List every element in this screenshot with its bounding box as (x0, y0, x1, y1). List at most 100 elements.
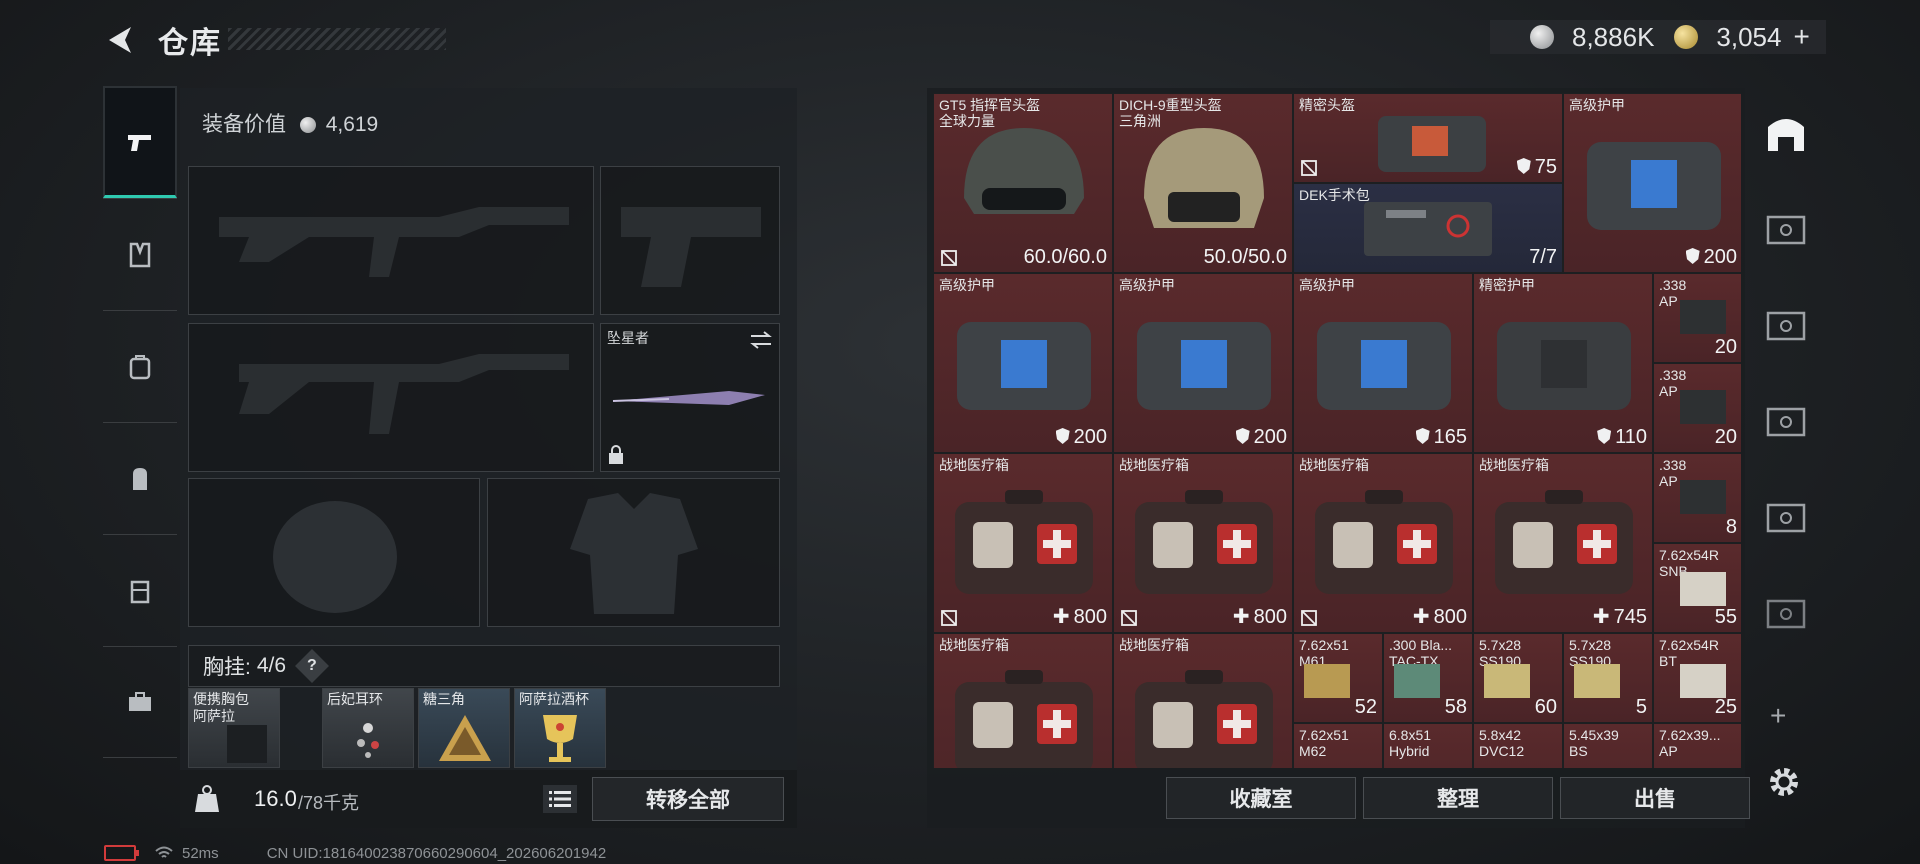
rail-tab-backpack[interactable] (103, 422, 177, 534)
gear-icon[interactable] (1764, 762, 1804, 802)
item-count: 20 (1714, 336, 1737, 358)
gold-amount: 3,054 (1716, 21, 1782, 52)
stash-item[interactable]: 7.62x51 M61 52 (1293, 633, 1383, 723)
stash-item[interactable]: 7.62x54R SNB 55 (1653, 543, 1741, 633)
stash-item[interactable]: 战地医疗箱 (933, 633, 1113, 768)
armor-slot[interactable] (487, 478, 780, 627)
item-value: 200 (1685, 246, 1737, 269)
secondary-weapon-slot[interactable] (188, 323, 594, 472)
helmet-icon (1144, 128, 1264, 228)
stash-item[interactable]: .338 AP 8 (1653, 453, 1741, 543)
stash-item[interactable]: 精密头盔 75 (1293, 93, 1563, 183)
pocket-slot-3[interactable]: 糖三角 (418, 688, 510, 768)
item-name: 高级护甲 (1119, 277, 1175, 293)
item-name: 7.62x51 M62 (1299, 727, 1349, 759)
item-value: ✚ 800 (1232, 606, 1287, 628)
medkit-icon (1315, 490, 1453, 594)
weight-icon (195, 785, 219, 812)
currency-display: 8,886K 3,054 + (1490, 20, 1826, 54)
item-value: 200 (1055, 426, 1107, 449)
rail-tab-container[interactable] (103, 534, 177, 646)
safe-box-icon (1766, 599, 1806, 629)
add-stash-icon[interactable]: + (1770, 700, 1786, 732)
stash-item[interactable]: 5.45x39 BS (1563, 723, 1653, 768)
stash-item[interactable]: 战地医疗箱 ✚ 745 (1473, 453, 1653, 633)
medkit-icon (1135, 490, 1273, 594)
pocket-slot-4[interactable]: 阿萨拉酒杯 (514, 688, 606, 768)
item-name: 战地医疗箱 (939, 457, 1009, 473)
stash-tab-3[interactable] (1756, 280, 1816, 370)
stash-item[interactable]: 高级护甲 200 (1113, 273, 1293, 453)
pocket-slot-1[interactable]: 便携胸包 阿萨拉 (188, 688, 280, 768)
item-count: 25 (1714, 696, 1737, 718)
helmet-silhouette-icon (273, 501, 397, 613)
add-currency-button[interactable]: + (1793, 21, 1809, 53)
stash-item[interactable]: 5.7x28 SS190 60 (1473, 633, 1563, 723)
pocket-slot-2[interactable]: 后妃耳环 (322, 688, 414, 768)
armor-icon (1497, 322, 1631, 410)
stash-item[interactable]: 战地医疗箱 (1113, 633, 1293, 768)
stash-item[interactable]: 高级护甲 165 (1293, 273, 1473, 453)
stash-item[interactable]: 战地医疗箱 ✚ 800 (1113, 453, 1293, 633)
stash-item[interactable]: 战地医疗箱 ✚ 800 (933, 453, 1113, 633)
stash-tab-4[interactable] (1756, 376, 1816, 466)
rail-tab-vest[interactable] (103, 198, 177, 310)
stash-tab-2[interactable] (1756, 184, 1816, 274)
collection-room-button[interactable]: 收藏室 (1166, 777, 1356, 819)
knife-icon (612, 391, 765, 405)
sort-button[interactable]: 整理 (1363, 777, 1553, 819)
item-name: 5.8x42 DVC12 (1479, 727, 1525, 759)
equipment-value: 装备价值 4,619 (202, 108, 378, 138)
medkit-icon (955, 670, 1093, 768)
stash-tab-6[interactable] (1756, 568, 1816, 658)
item-name: 6.8x51 Hybrid (1389, 727, 1432, 759)
battery-icon (104, 845, 139, 861)
help-icon[interactable]: ? (295, 649, 330, 683)
transfer-all-button[interactable]: 转移全部 (592, 777, 784, 821)
rail-tab-weapons[interactable] (103, 86, 177, 198)
stash-item[interactable]: 5.8x42 DVC12 (1473, 723, 1563, 768)
stash-tab-main[interactable] (1756, 88, 1816, 178)
warehouse-icon (1768, 119, 1804, 151)
stash-item[interactable]: 7.62x39... AP (1653, 723, 1741, 768)
item-name: 精密护甲 (1479, 277, 1535, 293)
swap-icon[interactable] (749, 330, 773, 350)
item-value-number: 800 (1433, 606, 1467, 628)
back-arrow-icon[interactable] (100, 20, 140, 60)
stash-item[interactable]: DEK手术包 7/7 (1293, 183, 1563, 273)
helmet-slot[interactable] (188, 478, 480, 627)
item-value: ✚ 800 (1052, 606, 1107, 628)
stash-item[interactable]: 7.62x51 M62 (1293, 723, 1383, 768)
stash-item[interactable]: DICH-9重型头盔 三角洲 50.0/50.0 (1113, 93, 1293, 273)
sidearm-slot[interactable] (600, 166, 780, 315)
sell-button[interactable]: 出售 (1560, 777, 1750, 819)
stash-item[interactable]: .338 AP 20 (1653, 363, 1741, 453)
stash-tab-5[interactable] (1756, 472, 1816, 562)
equip-value-label: 装备价值 (202, 113, 286, 136)
stash-grid: GT5 指挥官头盔 全球力量 60.0/60.0 DICH-9重型头盔 三角洲 … (933, 93, 1741, 768)
rail-tab-toolbox[interactable] (103, 646, 177, 758)
pistol-silhouette-icon (621, 207, 761, 287)
item-name: 战地医疗箱 (1119, 457, 1189, 473)
stash-item[interactable]: .300 Bla... TAC-TX 58 (1383, 633, 1473, 723)
stash-item[interactable]: 6.8x51 Hybrid (1383, 723, 1473, 768)
item-durability: 50.0/50.0 (1203, 246, 1287, 268)
page-title: 仓库 (158, 27, 222, 60)
stash-item[interactable]: 5.7x28 SS190 5 (1563, 633, 1653, 723)
stash-item[interactable]: 高级护甲 200 (933, 273, 1113, 453)
stash-item[interactable]: .338 AP 20 (1653, 273, 1741, 363)
stash-item[interactable]: 7.62x54R BT 25 (1653, 633, 1741, 723)
stash-item[interactable]: GT5 指挥官头盔 全球力量 60.0/60.0 (933, 93, 1113, 273)
item-name: 高级护甲 (939, 277, 995, 293)
shield-icon (1685, 248, 1700, 264)
stash-item[interactable]: 精密护甲 110 (1473, 273, 1653, 453)
primary-weapon-slot[interactable] (188, 166, 594, 315)
rail-tab-backpack-case[interactable] (103, 310, 177, 422)
silver-amount: 8,886K (1572, 21, 1655, 52)
list-view-button[interactable] (543, 785, 577, 813)
melee-slot[interactable]: 坠星者 (600, 323, 780, 472)
stash-item[interactable]: 战地医疗箱 ✚ 800 (1293, 453, 1473, 633)
stash-item[interactable]: 高级护甲 200 (1563, 93, 1741, 273)
item-value-number: 200 (1703, 246, 1737, 268)
item-durability: 60.0/60.0 (1023, 246, 1107, 268)
